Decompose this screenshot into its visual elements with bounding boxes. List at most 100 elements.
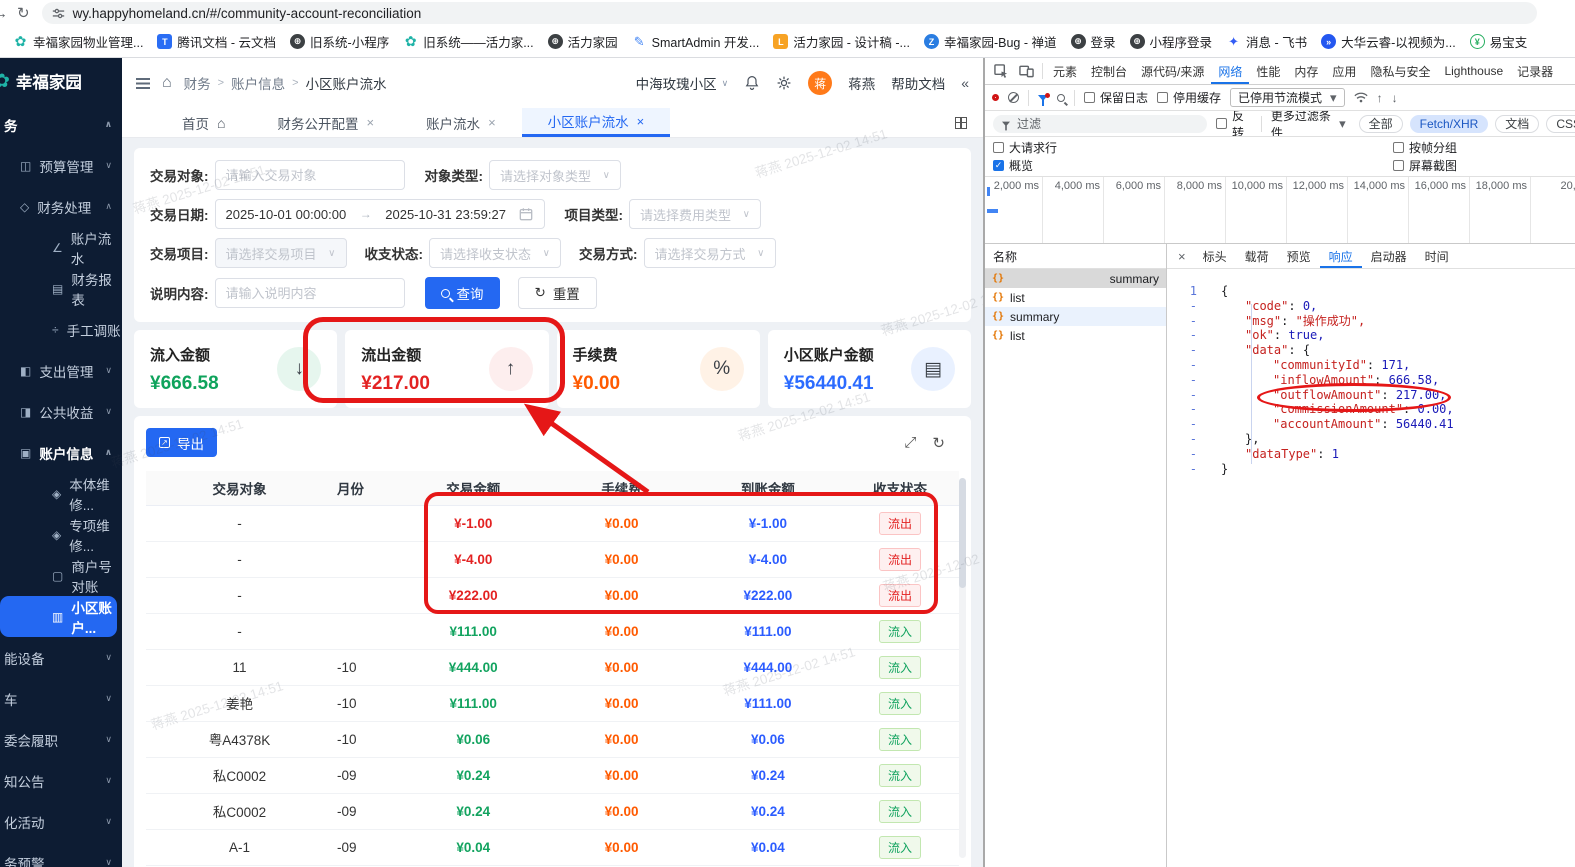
close-icon[interactable]: ×	[637, 114, 645, 129]
devtools-tab-Lighthouse[interactable]: Lighthouse	[1437, 58, 1510, 84]
bell-icon[interactable]	[744, 75, 760, 91]
home-icon[interactable]: ⌂	[162, 74, 172, 92]
devtools-tab-网络[interactable]: 网络	[1211, 58, 1249, 84]
devtools-tab-应用[interactable]: 应用	[1325, 58, 1363, 84]
sidebar-item[interactable]: 知公告∨	[0, 760, 122, 801]
record-icon[interactable]	[992, 94, 999, 101]
filter-chip-文档[interactable]: 文档	[1495, 115, 1539, 133]
table-row[interactable]: -¥-1.00¥0.00¥-1.00流出	[146, 505, 959, 541]
breadcrumb-item[interactable]: 财务	[184, 73, 211, 93]
objtype-select[interactable]: 请选择对象类型∨	[489, 160, 621, 190]
refresh-icon[interactable]: ↻	[932, 434, 945, 452]
devtools-tab-源代码/来源[interactable]: 源代码/来源	[1134, 58, 1211, 84]
sidebar-item[interactable]: 化活动∨	[0, 801, 122, 842]
search-button[interactable]: 查询	[425, 277, 500, 309]
filter-funnel-icon[interactable]	[1038, 95, 1048, 101]
inspect-cursor-icon[interactable]	[989, 64, 1014, 79]
table-row[interactable]: -¥222.00¥0.00¥222.00流出	[146, 577, 959, 613]
sidebar-item[interactable]: ◈本体维修...	[0, 473, 122, 514]
bookmark-item[interactable]: ✎SmartAdmin 开发...	[625, 29, 767, 54]
layout-grid-icon[interactable]	[955, 117, 967, 129]
bookmark-item[interactable]: ⊕活力家园	[541, 29, 625, 54]
filter-chip-全部[interactable]: 全部	[1359, 115, 1403, 133]
sidebar-item[interactable]: ◧支出管理∨	[0, 350, 122, 391]
table-row[interactable]: A-1-09¥0.04¥0.00¥0.04流入	[146, 829, 959, 865]
sidebar-item[interactable]: 务∧	[0, 104, 122, 145]
close-icon[interactable]: ×	[366, 115, 374, 130]
reload-icon[interactable]: ↻	[17, 4, 30, 22]
devtools-tab-记录器[interactable]: 记录器	[1510, 58, 1560, 84]
table-row[interactable]: -¥-4.00¥0.00¥-4.00流出	[146, 541, 959, 577]
gear-icon[interactable]	[776, 75, 792, 91]
sidebar-item[interactable]: ▣账户信息∧	[0, 432, 122, 473]
table-row[interactable]: 粤A4378K-10¥0.06¥0.00¥0.06流入	[146, 721, 959, 757]
tab-小区账户流水[interactable]: 小区账户流水×	[522, 108, 671, 137]
device-toolbar-icon[interactable]	[1014, 64, 1039, 78]
avatar[interactable]: 蒋	[808, 71, 832, 95]
request-row[interactable]: {}list	[985, 326, 1166, 345]
network-overview[interactable]: 2,000 ms4,000 ms6,000 ms8,000 ms10,000 m…	[985, 177, 1575, 244]
response-tab-标头[interactable]: 标头	[1194, 244, 1236, 268]
reset-button[interactable]: ↻重置	[518, 277, 597, 309]
breadcrumb-item[interactable]: 账户信息	[231, 73, 285, 93]
community-select[interactable]: 中海玫瑰小区∨	[636, 73, 729, 93]
option-checkbox[interactable]: ✓概览	[993, 157, 1057, 174]
invert-checkbox[interactable]: 反转	[1216, 111, 1252, 137]
collapse-chevrons[interactable]: «	[961, 75, 969, 91]
target-input[interactable]	[226, 168, 394, 183]
close-icon[interactable]: ×	[1171, 244, 1193, 268]
status-select[interactable]: 请选择收支状态∨	[429, 238, 561, 268]
forward-icon[interactable]: →	[0, 5, 8, 22]
export-har-icon[interactable]: ↓	[1392, 91, 1398, 105]
bookmark-item[interactable]: ¥易宝支	[1463, 29, 1535, 54]
bookmark-item[interactable]: ⊕小程序登录	[1123, 29, 1220, 54]
address-bar[interactable]: wy.happyhomeland.cn/#/community-account-…	[42, 2, 1537, 24]
item-select[interactable]: 请选择交易项目∨	[215, 238, 347, 268]
bookmark-item[interactable]: T腾讯文档 - 云文档	[150, 29, 283, 54]
url-text[interactable]: wy.happyhomeland.cn/#/community-account-…	[73, 6, 422, 21]
sidebar-item[interactable]: ∠账户流水	[0, 227, 122, 268]
sidebar-item[interactable]: ◨公共收益∨	[0, 391, 122, 432]
sidebar-item[interactable]: 委会履职∨	[0, 719, 122, 760]
devtools-tab-内存[interactable]: 内存	[1287, 58, 1325, 84]
breadcrumb-item[interactable]: 小区账户流水	[306, 73, 387, 93]
response-tab-预览[interactable]: 预览	[1278, 244, 1320, 268]
sidebar-item[interactable]: ▢商户号对账	[0, 555, 122, 596]
sidebar-item[interactable]: ◇财务处理∧	[0, 186, 122, 227]
table-row[interactable]: 11-10¥444.00¥0.00¥444.00流入	[146, 649, 959, 685]
filter-input[interactable]: 过滤	[993, 115, 1207, 133]
disable-cache-checkbox[interactable]: 停用缓存	[1157, 89, 1221, 106]
devtools-tab-元素[interactable]: 元素	[1046, 58, 1084, 84]
help-doc-link[interactable]: 帮助文档	[891, 73, 945, 93]
fullscreen-icon[interactable]: ⤢	[904, 434, 916, 452]
close-icon[interactable]: ×	[488, 115, 496, 130]
export-button[interactable]: ↗导出	[146, 428, 217, 457]
table-row[interactable]: 私C0002-09¥0.24¥0.00¥0.24流入	[146, 757, 959, 793]
sidebar-item[interactable]: ◫预算管理∨	[0, 145, 122, 186]
search-icon[interactable]	[1057, 94, 1065, 102]
more-filters[interactable]: 更多过滤条件▾	[1271, 111, 1346, 137]
tab-财务公开配置[interactable]: 财务公开配置×	[251, 108, 400, 137]
bookmark-item[interactable]: »大华云睿-以视频为...	[1314, 29, 1463, 54]
bookmark-item[interactable]: ⊕旧系统-小程序	[283, 29, 396, 54]
bookmark-item[interactable]: ✦消息 - 飞书	[1219, 29, 1314, 54]
request-row[interactable]: {}summary	[985, 307, 1166, 326]
filter-chip-Fetch/XHR[interactable]: Fetch/XHR	[1410, 115, 1489, 133]
response-tab-响应[interactable]: 响应	[1320, 244, 1362, 268]
sidebar-item[interactable]: ◈专项维修...	[0, 514, 122, 555]
response-tab-启动器[interactable]: 启动器	[1362, 244, 1416, 268]
request-row[interactable]: {}list	[985, 288, 1166, 307]
table-row[interactable]: -¥111.00¥0.00¥111.00流入	[146, 613, 959, 649]
sidebar-item[interactable]: ÷手工调账	[0, 309, 122, 350]
option-checkbox[interactable]: 大请求行	[993, 139, 1057, 156]
date-range-input[interactable]: 2025-10-01 00:00:00 → 2025-10-31 23:59:2…	[215, 199, 545, 229]
response-tab-载荷[interactable]: 载荷	[1236, 244, 1278, 268]
table-scrollbar[interactable]	[959, 478, 966, 858]
sidebar-item[interactable]: 能设备∨	[0, 637, 122, 678]
tab-账户流水[interactable]: 账户流水×	[400, 108, 522, 137]
bookmark-item[interactable]: Z幸福家园-Bug - 禅道	[917, 29, 1064, 54]
itemtype-select[interactable]: 请选择费用类型∨	[629, 199, 761, 229]
filter-chip-CSS[interactable]: CSS	[1546, 115, 1575, 133]
bookmark-item[interactable]: ✿旧系统——活力家...	[396, 29, 540, 54]
tab-首页[interactable]: 首页⌂	[156, 108, 251, 137]
